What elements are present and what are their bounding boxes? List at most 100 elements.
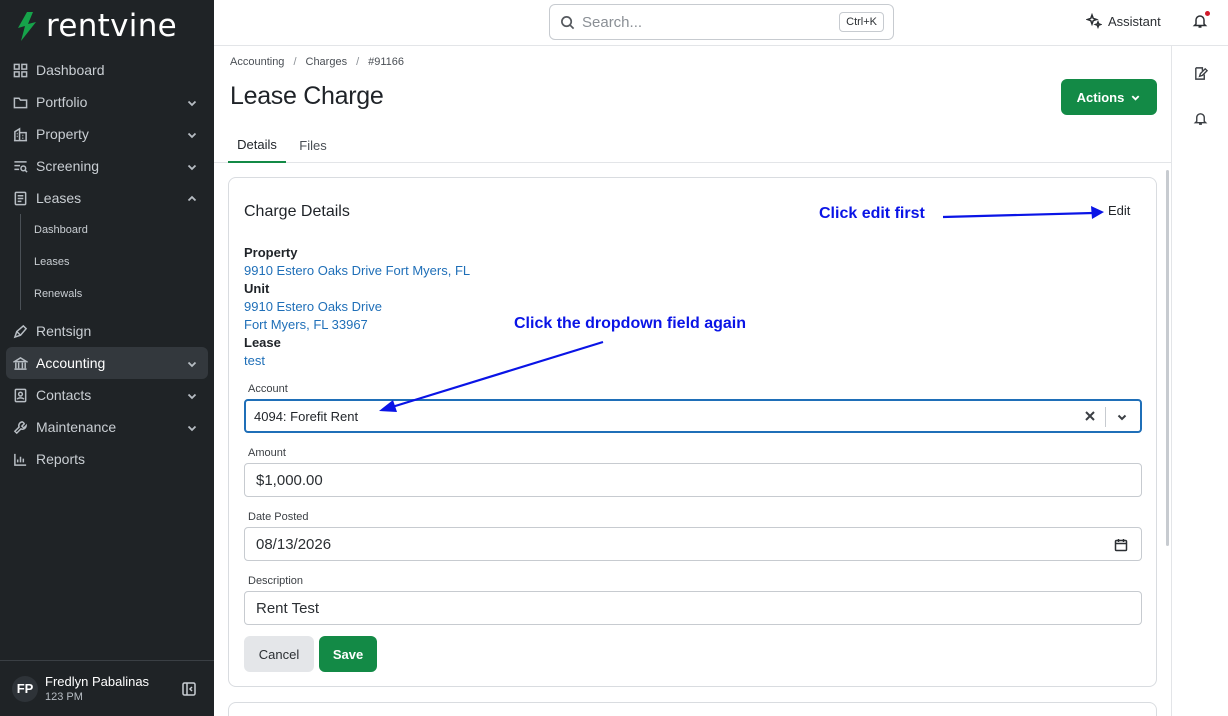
chevron-down-icon [186, 357, 198, 369]
user-profile[interactable]: FP Fredlyn Pabalinas 123 PM [0, 660, 214, 716]
folder-icon [12, 94, 28, 110]
bell-icon[interactable] [1193, 111, 1209, 127]
sidebar-item-label: Reports [36, 451, 86, 467]
contacts-icon [12, 387, 28, 403]
unit-link-line1[interactable]: 9910 Estero Oaks Drive [244, 299, 382, 314]
breadcrumb-charges[interactable]: Charges [306, 56, 348, 68]
breadcrumb-separator: / [356, 56, 360, 68]
subnav-item-dashboard[interactable]: Dashboard [21, 214, 214, 246]
search-placeholder: Search... [582, 13, 643, 31]
chevron-down-icon[interactable] [1116, 411, 1128, 423]
bank-icon [12, 355, 28, 371]
clear-icon[interactable] [1084, 410, 1096, 422]
right-rail [1171, 46, 1228, 716]
sidebar-item-dashboard[interactable]: Dashboard [6, 54, 208, 86]
tab-bar: Details Files [214, 128, 1171, 163]
scrollbar-thumb[interactable] [1166, 170, 1169, 546]
page-title: Lease Charge [230, 82, 384, 110]
top-bar: Search... Ctrl+K Assistant [214, 0, 1228, 46]
chevron-down-icon [186, 389, 198, 401]
tab-details[interactable]: Details [228, 128, 286, 163]
charge-details-card: Charge Details Edit Property 9910 Estero… [228, 177, 1157, 687]
amount-label: Amount [248, 447, 286, 459]
search-icon [561, 15, 575, 29]
notification-dot [1205, 11, 1210, 16]
sidebar-item-label: Maintenance [36, 419, 117, 435]
screening-icon [12, 158, 28, 174]
description-input[interactable]: Rent Test [244, 591, 1142, 625]
sidebar-item-label: Screening [36, 158, 100, 174]
chevron-down-icon [186, 160, 198, 172]
main-content: Accounting / Charges / #91166 Lease Char… [214, 46, 1171, 716]
sign-icon [12, 323, 28, 339]
chevron-down-icon [186, 128, 198, 140]
actions-button[interactable]: Actions [1061, 79, 1157, 115]
wrench-icon [12, 419, 28, 435]
breadcrumb-current: #91166 [368, 56, 405, 68]
chevron-down-icon [186, 421, 198, 433]
sidebar-item-label: Contacts [36, 387, 92, 403]
lease-link[interactable]: test [244, 353, 265, 368]
tab-files[interactable]: Files [294, 128, 332, 163]
rentvine-leaf-icon [18, 12, 36, 41]
amount-input[interactable]: $1,000.00 [244, 463, 1142, 497]
sidebar-item-portfolio[interactable]: Portfolio [6, 86, 208, 118]
calendar-icon[interactable] [1114, 538, 1128, 552]
user-role: 123 PM [45, 691, 83, 703]
cancel-button[interactable]: Cancel [244, 636, 314, 672]
card-title: Charge Details [244, 203, 350, 220]
sidebar-item-property[interactable]: Property [6, 118, 208, 150]
sidebar-item-label: Leases [36, 190, 82, 206]
amount-value: $1,000.00 [256, 471, 323, 489]
sidebar-item-leases[interactable]: Leases [6, 182, 208, 214]
sparkle-icon [1086, 13, 1102, 29]
select-divider [1105, 407, 1106, 427]
user-name: Fredlyn Pabalinas [45, 674, 150, 689]
avatar: FP [12, 675, 38, 702]
secondary-card [228, 702, 1157, 716]
dashboard-icon [12, 62, 28, 78]
chevron-down-icon [1131, 94, 1140, 101]
sidebar-item-maintenance[interactable]: Maintenance [6, 411, 208, 443]
sidebar-item-label: Portfolio [36, 94, 88, 110]
account-value: 4094: Forefit Rent [254, 408, 359, 424]
collapse-sidebar-icon[interactable] [182, 682, 196, 696]
lease-icon [12, 190, 28, 206]
subnav-item-renewals[interactable]: Renewals [21, 278, 214, 310]
subnav-item-leases[interactable]: Leases [21, 246, 214, 278]
leases-subnav: Dashboard Leases Renewals [20, 214, 214, 310]
account-select[interactable]: 4094: Forefit Rent [244, 399, 1142, 433]
sidebar-item-label: Rentsign [36, 323, 92, 339]
date-posted-value: 08/13/2026 [256, 535, 332, 553]
assistant-label: Assistant [1108, 13, 1161, 29]
date-posted-input[interactable]: 08/13/2026 [244, 527, 1142, 561]
unit-link-line2[interactable]: Fort Myers, FL 33967 [244, 317, 368, 332]
property-link[interactable]: 9910 Estero Oaks Drive Fort Myers, FL [244, 263, 470, 278]
description-value: Rent Test [256, 599, 320, 617]
lease-label: Lease [244, 335, 281, 350]
sidebar-item-rentsign[interactable]: Rentsign [6, 315, 208, 347]
sidebar-item-label: Accounting [36, 355, 106, 371]
search-input[interactable]: Search... Ctrl+K [549, 4, 894, 40]
sidebar: rentvine Dashboard Portfolio Property Sc… [0, 0, 214, 716]
chevron-down-icon [186, 96, 198, 108]
description-label: Description [248, 575, 304, 587]
brand-logo[interactable]: rentvine [14, 8, 177, 44]
breadcrumb: Accounting / Charges / #91166 [230, 56, 404, 68]
assistant-button[interactable]: Assistant [1086, 13, 1161, 29]
sidebar-item-screening[interactable]: Screening [6, 150, 208, 182]
notes-edit-icon[interactable] [1193, 66, 1209, 82]
breadcrumb-accounting[interactable]: Accounting [230, 56, 284, 68]
chevron-up-icon [186, 192, 198, 204]
sidebar-item-reports[interactable]: Reports [6, 443, 208, 475]
save-button[interactable]: Save [319, 636, 377, 672]
edit-button[interactable]: Edit [1108, 203, 1130, 218]
sidebar-nav: Dashboard Portfolio Property Screening L… [0, 54, 214, 475]
notifications-button[interactable] [1192, 11, 1210, 31]
search-shortcut: Ctrl+K [839, 12, 884, 32]
account-label: Account [248, 383, 288, 395]
sidebar-item-contacts[interactable]: Contacts [6, 379, 208, 411]
unit-label: Unit [244, 281, 270, 296]
sidebar-item-accounting[interactable]: Accounting [6, 347, 208, 379]
actions-label: Actions [1076, 89, 1125, 105]
